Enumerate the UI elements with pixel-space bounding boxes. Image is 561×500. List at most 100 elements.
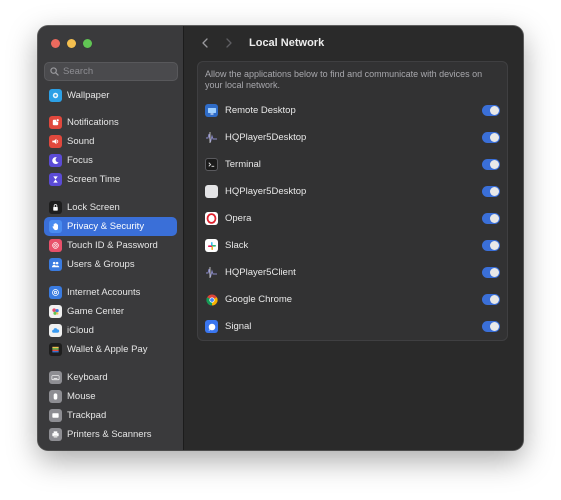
app-name: HQPlayer5Client [225,267,296,278]
search-input[interactable] [63,66,163,77]
search-icon [50,67,59,76]
sidebar-item-label: Focus [67,155,93,166]
sidebar-item-label: Wallpaper [67,90,110,101]
app-row-signal: Signal [198,313,507,340]
at-icon [49,286,62,299]
sidebar-item-wallet[interactable]: Wallet & Apple Pay [44,340,177,359]
opera-icon [205,212,218,225]
allow-toggle[interactable] [482,159,500,170]
app-row-hqplayer5desktop-2: HQPlayer5Desktop [198,178,507,205]
app-name: Signal [225,321,252,332]
hqplayer-icon [205,266,218,279]
toolbar: Local Network [185,26,523,60]
chrome-icon [205,293,218,306]
sidebar-item-privacy-security[interactable]: Privacy & Security [44,217,177,236]
mouse-icon [49,390,62,403]
sidebar-item-focus[interactable]: Focus [44,151,177,170]
close-button[interactable] [51,39,60,48]
sidebar-item-internet-accounts[interactable]: Internet Accounts [44,283,177,302]
sidebar-item-screen-time[interactable]: Screen Time [44,170,177,189]
sidebar-item-label: Game Center [67,306,125,317]
sidebar-item-sound[interactable]: Sound [44,132,177,151]
sidebar-item-touch-id[interactable]: Touch ID & Password [44,236,177,255]
forward-button[interactable] [221,35,237,51]
hourglass-icon [49,173,62,186]
app-row-remote-desktop: Remote Desktop [198,97,507,124]
app-row-hqplayer5client: HQPlayer5Client [198,259,507,286]
sidebar-item-label: Trackpad [67,410,107,421]
sidebar-item-mouse[interactable]: Mouse [44,387,177,406]
sidebar-item-label: Privacy & Security [67,221,145,232]
sidebar-item-printers-scanners[interactable]: Printers & Scanners [44,425,177,444]
app-name: Opera [225,213,252,224]
bell-icon [49,116,62,129]
cloud-icon [49,324,62,337]
zoom-button[interactable] [83,39,92,48]
sidebar-item-label: iCloud [67,325,94,336]
hand-icon [49,220,62,233]
search-field[interactable] [44,62,178,81]
sidebar-item-lock-screen[interactable]: Lock Screen [44,198,177,217]
signal-icon [205,320,218,333]
app-row-terminal: Terminal [198,151,507,178]
allow-toggle[interactable] [482,186,500,197]
sidebar-item-notifications[interactable]: Notifications [44,113,177,132]
sidebar-item-game-center[interactable]: Game Center [44,302,177,321]
game-center-icon [49,305,62,318]
sidebar-item-keyboard[interactable]: Keyboard [44,368,177,387]
sidebar-item-label: Internet Accounts [67,287,141,298]
sidebar-item-label: Screen Time [67,174,121,185]
chevron-left-icon [202,38,208,48]
local-network-panel: Allow the applications below to find and… [197,61,508,341]
sidebar-item-label: Sound [67,136,95,147]
app-row-opera: Opera [198,205,507,232]
allow-toggle[interactable] [482,267,500,278]
sidebar-item-icloud[interactable]: iCloud [44,321,177,340]
app-name: HQPlayer5Desktop [225,186,307,197]
lock-icon [49,201,62,214]
sidebar-item-users-groups[interactable]: Users & Groups [44,255,177,274]
app-name: Remote Desktop [225,105,296,116]
moon-icon [49,154,62,167]
page-title: Local Network [249,37,325,49]
sidebar: Wallpaper Notifications Sound Focus [38,26,184,450]
chevron-right-icon [226,38,232,48]
sidebar-item-label: Touch ID & Password [67,240,158,251]
minimize-button[interactable] [67,39,76,48]
sidebar-item-wallpaper[interactable]: Wallpaper [44,86,177,105]
app-name: Terminal [225,159,261,170]
allow-toggle[interactable] [482,321,500,332]
trackpad-icon [49,409,62,422]
sidebar-item-label: Lock Screen [67,202,120,213]
printer-icon [49,428,62,441]
sidebar-item-label: Wallet & Apple Pay [67,344,148,355]
app-name: HQPlayer5Desktop [225,132,307,143]
app-name: Slack [225,240,249,251]
sidebar-item-label: Printers & Scanners [67,429,152,440]
hqplayer-icon [205,131,218,144]
wallet-icon [49,343,62,356]
window-controls [51,39,92,48]
allow-toggle[interactable] [482,294,500,305]
app-row-hqplayer5desktop: HQPlayer5Desktop [198,124,507,151]
keyboard-icon [49,371,62,384]
sidebar-item-trackpad[interactable]: Trackpad [44,406,177,425]
sidebar-item-label: Keyboard [67,372,108,383]
app-name: Google Chrome [225,294,293,305]
sidebar-item-label: Users & Groups [67,259,135,270]
fingerprint-icon [49,239,62,252]
allow-toggle[interactable] [482,105,500,116]
remote-desktop-icon [205,104,218,117]
allow-toggle[interactable] [482,213,500,224]
sidebar-item-label: Mouse [67,391,96,402]
app-row-google-chrome: Google Chrome [198,286,507,313]
back-button[interactable] [197,35,213,51]
wallpaper-icon [49,89,62,102]
allow-toggle[interactable] [482,132,500,143]
app-row-slack: Slack [198,232,507,259]
users-icon [49,258,62,271]
slack-icon [205,239,218,252]
main-content: Local Network Allow the applications bel… [185,26,523,450]
allow-toggle[interactable] [482,240,500,251]
settings-window: Wallpaper Notifications Sound Focus [38,26,523,450]
